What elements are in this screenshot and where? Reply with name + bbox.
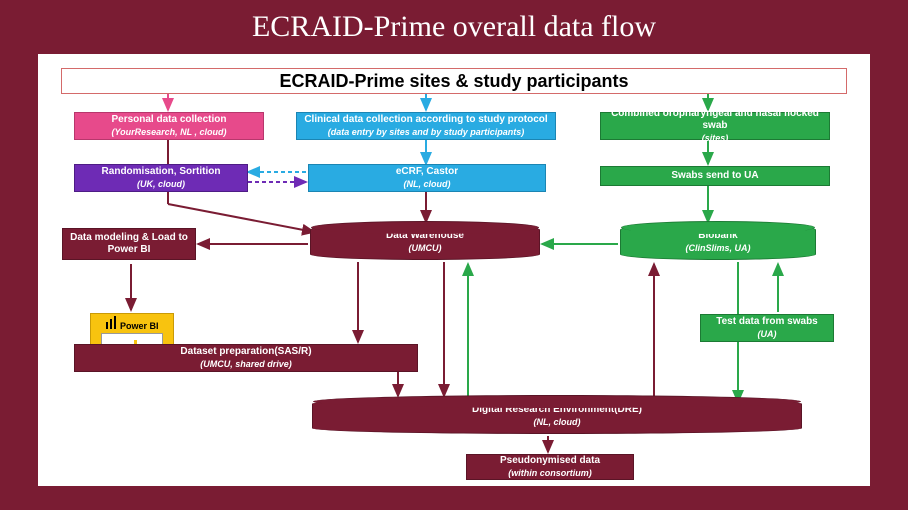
node-personal: Personal data collection(YourResearch, N… bbox=[74, 112, 264, 140]
node-modeling: Data modeling & Load to Power BI bbox=[62, 228, 196, 260]
node-dataset: Dataset preparation(SAS/R)(UMCU, shared … bbox=[74, 344, 418, 372]
page-title: ECRAID-Prime overall data flow bbox=[0, 0, 908, 50]
node-testdata: Test data from swabs(UA) bbox=[700, 314, 834, 342]
node-dre: Digital Research Environment(DRE)(NL, cl… bbox=[312, 398, 802, 434]
node-pseudo: Pseudonymised data(within consortium) bbox=[466, 454, 634, 480]
node-ecrf: eCRF, Castor(NL, cloud) bbox=[308, 164, 546, 192]
node-warehouse: Data Warehouse(UMCU) bbox=[310, 224, 540, 260]
node-clinical: Clinical data collection according to st… bbox=[296, 112, 556, 140]
node-swabs-ua: Swabs send to UA bbox=[600, 166, 830, 186]
node-randomisation: Randomisation, Sortition(UK, cloud) bbox=[74, 164, 248, 192]
node-swab: Combined oropharyngeal and nasal flocked… bbox=[600, 112, 830, 140]
diagram-canvas: ECRAID-Prime sites & study participants … bbox=[38, 54, 870, 486]
sites-header: ECRAID-Prime sites & study participants bbox=[61, 68, 847, 94]
node-biobank: Biobank(ClinSlims, UA) bbox=[620, 224, 816, 260]
